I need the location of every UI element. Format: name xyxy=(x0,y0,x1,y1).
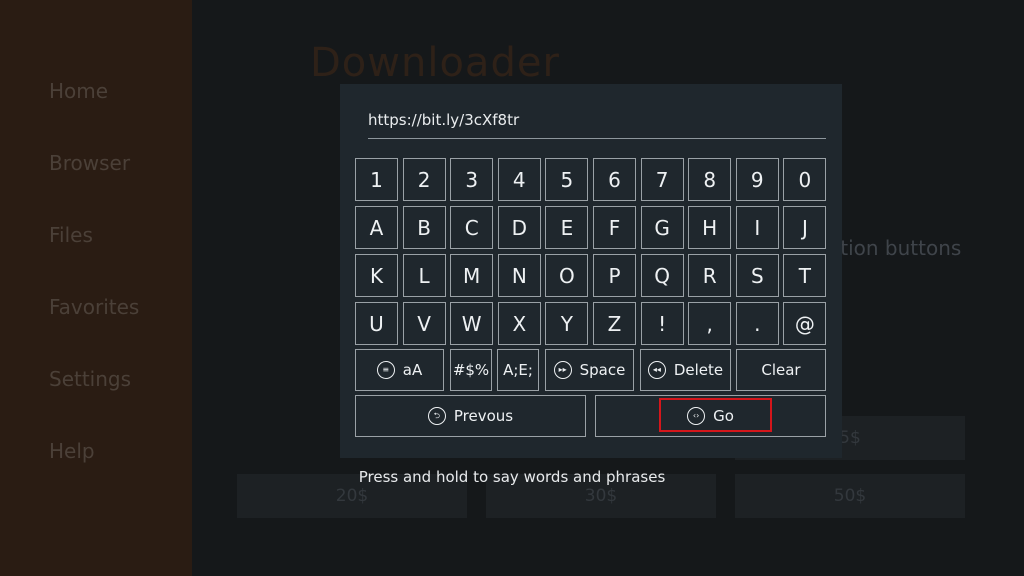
key-8[interactable]: 8 xyxy=(688,158,732,201)
clear-key[interactable]: Clear xyxy=(736,349,826,391)
key-k[interactable]: K xyxy=(355,254,398,297)
key-b[interactable]: B xyxy=(402,206,446,249)
key-p[interactable]: P xyxy=(593,254,636,297)
key-9[interactable]: 9 xyxy=(735,158,779,201)
key-7[interactable]: 7 xyxy=(640,158,684,201)
key-h[interactable]: H xyxy=(688,206,732,249)
key-4[interactable]: 4 xyxy=(497,158,541,201)
key-symbol-3-9[interactable]: @ xyxy=(783,302,827,345)
key-symbol-3-8[interactable]: . xyxy=(735,302,779,345)
key-g[interactable]: G xyxy=(640,206,684,249)
previous-button[interactable]: ⮌ Prevous xyxy=(355,395,586,437)
key-x[interactable]: X xyxy=(497,302,541,345)
space-key[interactable]: ▸▸ Space xyxy=(545,349,634,391)
back-icon: ⮌ xyxy=(427,407,446,425)
url-input[interactable]: https://bit.ly/3cXf8tr xyxy=(368,106,826,139)
key-q[interactable]: Q xyxy=(640,254,684,297)
symbols-key[interactable]: #$% xyxy=(450,349,492,391)
key-n[interactable]: N xyxy=(497,254,541,297)
key-s[interactable]: S xyxy=(735,254,779,297)
sidebar-item-home[interactable]: Home xyxy=(49,79,108,103)
rewind-icon: ◂◂ xyxy=(647,361,666,379)
key-w[interactable]: W xyxy=(450,302,494,345)
key-symbol-3-7[interactable]: , xyxy=(688,302,732,345)
delete-key[interactable]: ◂◂ Delete xyxy=(640,349,731,391)
key-f[interactable]: F xyxy=(593,206,636,249)
voice-hint: Press and hold to say words and phrases xyxy=(358,468,666,486)
key-y[interactable]: Y xyxy=(545,302,589,345)
background-hint-text: ation buttons xyxy=(828,236,962,260)
key-i[interactable]: I xyxy=(735,206,779,249)
key-5[interactable]: 5 xyxy=(545,158,589,201)
key-u[interactable]: U xyxy=(355,302,398,345)
previous-button-label: Prevous xyxy=(453,407,514,425)
key-r[interactable]: R xyxy=(688,254,732,297)
case-toggle-label: aA xyxy=(402,361,423,379)
sidebar-item-settings[interactable]: Settings xyxy=(49,367,131,391)
sidebar: Home Browser Files Favorites Settings He… xyxy=(0,0,192,576)
keyboard-dialog: https://bit.ly/3cXf8tr 1234567890 ABCDEFG… xyxy=(340,84,842,458)
key-c[interactable]: C xyxy=(450,206,494,249)
key-l[interactable]: L xyxy=(402,254,446,297)
go-button-highlight xyxy=(659,398,772,432)
key-o[interactable]: O xyxy=(545,254,589,297)
case-toggle-key[interactable]: ≡ aA xyxy=(355,349,444,391)
sidebar-item-browser[interactable]: Browser xyxy=(49,151,130,175)
key-0[interactable]: 0 xyxy=(783,158,827,201)
delete-key-label: Delete xyxy=(673,361,724,379)
sidebar-item-help[interactable]: Help xyxy=(49,439,95,463)
key-v[interactable]: V xyxy=(402,302,446,345)
app-title: Downloader xyxy=(310,40,560,86)
key-1[interactable]: 1 xyxy=(355,158,398,201)
key-6[interactable]: 6 xyxy=(593,158,636,201)
key-symbol-3-6[interactable]: ! xyxy=(640,302,684,345)
key-m[interactable]: M xyxy=(450,254,494,297)
key-e[interactable]: E xyxy=(545,206,589,249)
key-t[interactable]: T xyxy=(783,254,827,297)
key-z[interactable]: Z xyxy=(593,302,636,345)
key-a[interactable]: A xyxy=(355,206,398,249)
space-key-label: Space xyxy=(579,361,626,379)
sidebar-item-files[interactable]: Files xyxy=(49,223,93,247)
key-d[interactable]: D xyxy=(497,206,541,249)
accents-key[interactable]: A;E; xyxy=(497,349,539,391)
key-3[interactable]: 3 xyxy=(450,158,494,201)
menu-icon: ≡ xyxy=(376,361,395,379)
key-j[interactable]: J xyxy=(783,206,827,249)
key-2[interactable]: 2 xyxy=(402,158,446,201)
sidebar-item-favorites[interactable]: Favorites xyxy=(49,295,139,319)
fast-forward-icon: ▸▸ xyxy=(553,361,572,379)
